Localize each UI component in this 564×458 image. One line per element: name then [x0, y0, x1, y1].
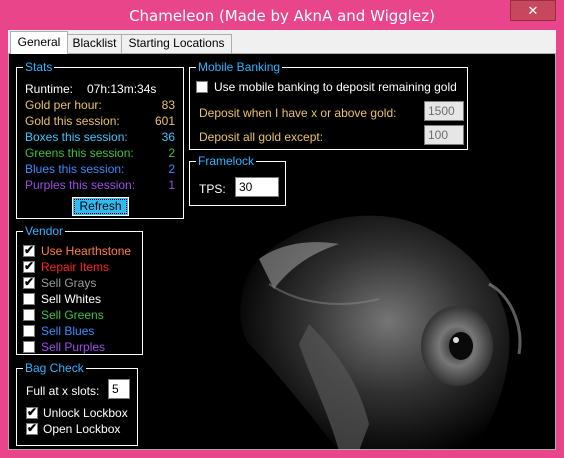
tab-blacklist[interactable]: Blacklist	[67, 34, 122, 53]
client-area: General Blacklist Starting Locations Sta…	[8, 30, 556, 450]
checkmark-icon: ✔	[27, 405, 38, 419]
stat-value: 2	[168, 162, 175, 176]
bag-check-group: Bag Check Full at x slots: 5 ✔ Unlock Lo…	[16, 361, 138, 446]
bag-check-group-title: Bag Check	[23, 361, 86, 375]
stats-group-title: Stats	[23, 60, 55, 74]
vendor-checkbox[interactable]	[23, 341, 35, 353]
vendor-label: Sell Whites	[41, 292, 102, 306]
stat-label: Gold this session:	[25, 114, 120, 128]
deposit-threshold-input[interactable]: 1500	[424, 101, 464, 121]
close-button[interactable]: ✕	[510, 0, 556, 21]
deposit-threshold-label: Deposit when I have x or above gold:	[199, 106, 397, 120]
vendor-checkbox[interactable]	[23, 309, 35, 321]
deposit-except-label: Deposit all gold except:	[199, 130, 324, 144]
vendor-label: Repair Items	[41, 260, 110, 274]
deposit-except-input[interactable]: 100	[424, 125, 464, 145]
stat-label: Blues this session:	[25, 162, 125, 176]
vendor-label: Sell Blues	[41, 324, 95, 338]
checkmark-icon: ✔	[24, 243, 35, 257]
tab-starting-locations[interactable]: Starting Locations	[121, 34, 232, 53]
tps-label: TPS:	[199, 182, 226, 196]
tab-strip: General Blacklist Starting Locations	[8, 30, 556, 54]
stat-label: Boxes this session:	[25, 130, 128, 144]
vendor-label: Sell Greens	[41, 308, 104, 322]
tab-general[interactable]: General	[10, 31, 68, 54]
stat-value: 601	[154, 114, 175, 128]
stat-value: 2	[168, 146, 175, 160]
refresh-button[interactable]: Refresh	[72, 197, 129, 216]
vendor-checkbox[interactable]	[23, 325, 35, 337]
full-slots-label: Full at x slots:	[26, 384, 100, 398]
stat-label: Purples this session:	[25, 178, 136, 192]
runtime-value: 07h:13m:34s	[87, 82, 157, 96]
checkmark-icon: ✔	[24, 259, 35, 273]
vendor-label: Sell Purples	[41, 340, 106, 354]
unlock-lockbox-checkbox[interactable]: ✔	[26, 405, 38, 419]
use-mobile-banking-checkbox[interactable]	[196, 81, 208, 93]
app-window: Chameleon (Made by AknA and Wigglez) ✕ G…	[0, 0, 564, 458]
stat-value: 83	[161, 98, 175, 112]
vendor-checkbox[interactable]: ✔	[23, 243, 35, 257]
general-tab-page: Stats Runtime: 07h:13m:34s Gold per hour…	[8, 53, 556, 450]
vendor-label: Sell Grays	[41, 276, 97, 290]
use-mobile-banking-label: Use mobile banking to deposit remaining …	[214, 80, 457, 94]
unlock-lockbox-label: Unlock Lockbox	[43, 406, 128, 420]
framelock-group: Framelock TPS: 30	[189, 154, 286, 206]
framelock-group-title: Framelock	[196, 154, 257, 168]
open-lockbox-label: Open Lockbox	[43, 422, 121, 436]
vendor-group-title: Vendor	[23, 224, 66, 238]
checkmark-icon: ✔	[24, 275, 35, 289]
stat-value: 36	[161, 130, 175, 144]
stat-label: Gold per hour:	[25, 98, 102, 112]
mobile-banking-group-title: Mobile Banking	[196, 60, 283, 74]
stat-label: Greens this session:	[25, 146, 134, 160]
stat-value: 1	[168, 178, 175, 192]
mobile-banking-group: Mobile Banking Use mobile banking to dep…	[189, 60, 468, 150]
vendor-label: Use Hearthstone	[41, 244, 132, 258]
vendor-checkbox[interactable]: ✔	[23, 275, 35, 289]
window-title: Chameleon (Made by AknA and Wigglez)	[129, 7, 435, 25]
vendor-group: Vendor ✔ Use Hearthstone ✔ Repair Items ✔ Sel…	[16, 224, 143, 355]
title-bar[interactable]: Chameleon (Made by AknA and Wigglez) ✕	[0, 0, 564, 30]
runtime-label: Runtime:	[25, 82, 74, 96]
tps-input[interactable]: 30	[235, 177, 279, 197]
open-lockbox-checkbox[interactable]: ✔	[26, 421, 38, 435]
checkmark-icon: ✔	[27, 421, 38, 435]
vendor-checkbox[interactable]	[23, 293, 35, 305]
close-icon: ✕	[527, 3, 539, 18]
full-slots-input[interactable]: 5	[108, 379, 130, 399]
stats-group: Stats Runtime: 07h:13m:34s Gold per hour…	[16, 60, 184, 219]
vendor-checkbox[interactable]: ✔	[23, 259, 35, 273]
